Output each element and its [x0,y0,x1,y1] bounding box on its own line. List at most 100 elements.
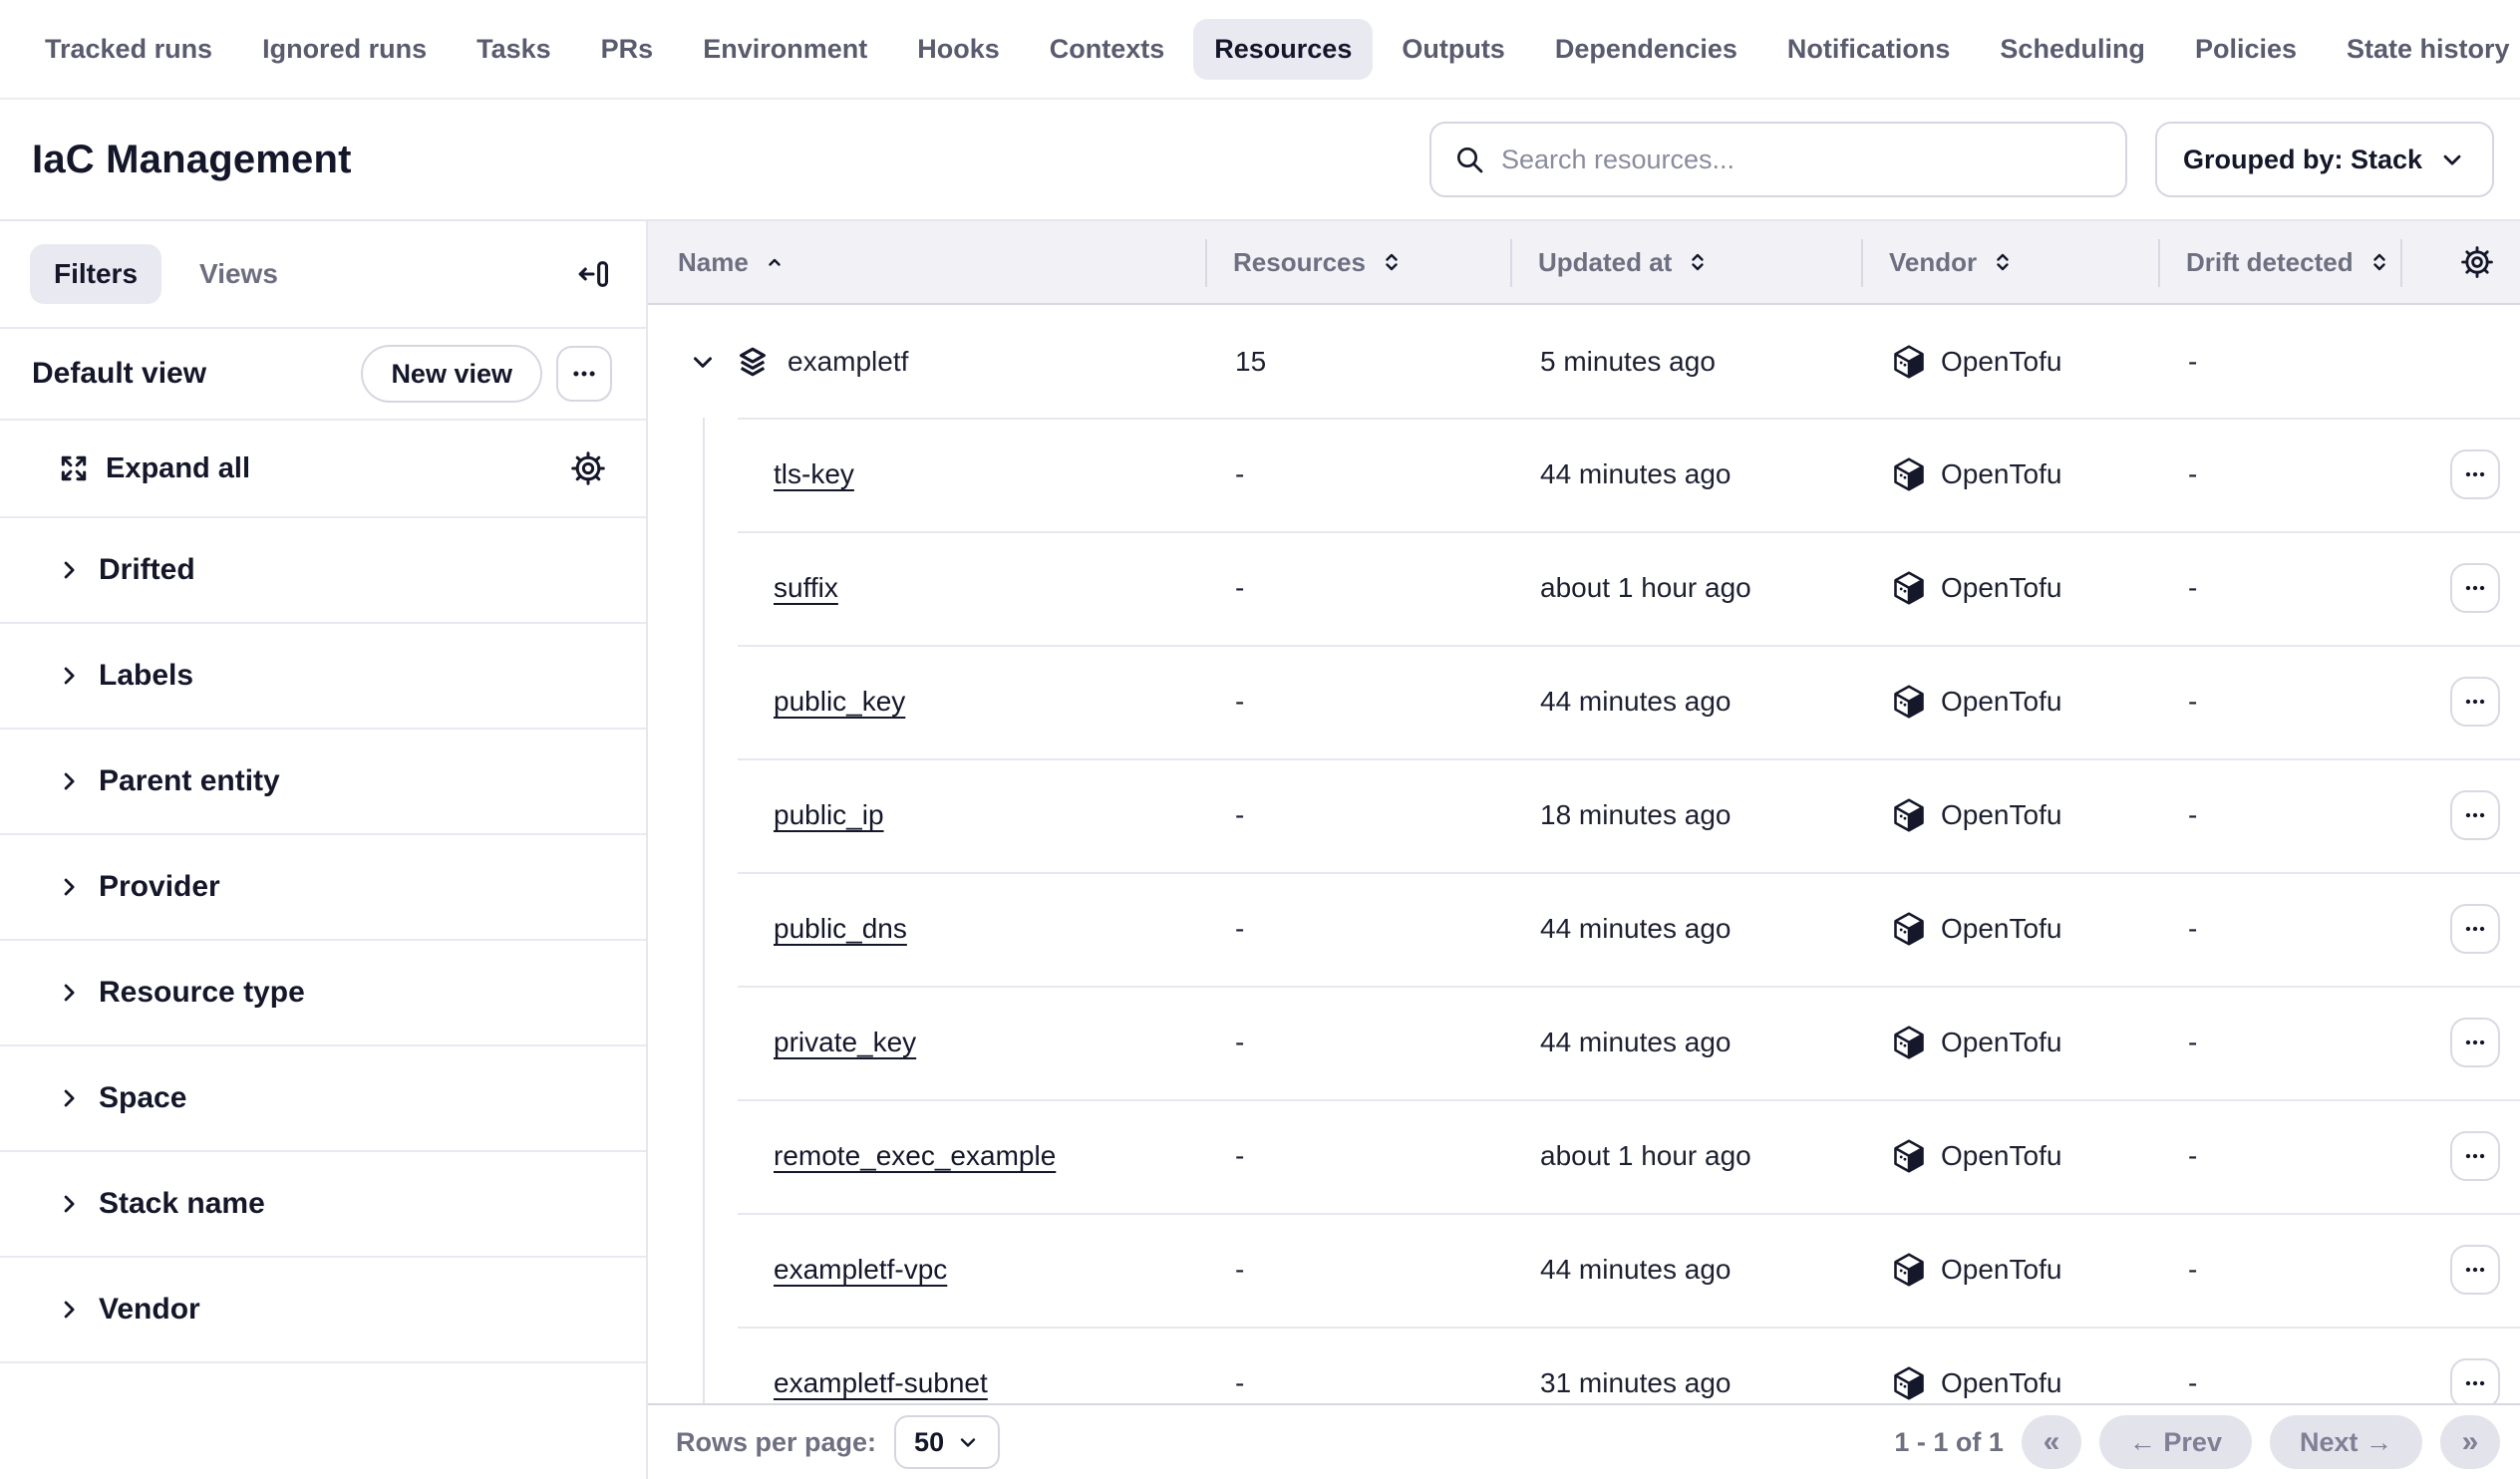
resource-link[interactable]: suffix [774,572,838,604]
filters-sidebar: Filters Views Default view New view Expa… [0,221,648,1479]
search-box [1429,122,2127,197]
filter-section-labels[interactable]: Labels [0,624,646,730]
rows-per-page-select[interactable]: 50 [894,1415,1000,1469]
sidebar-tab-filters[interactable]: Filters [30,244,161,304]
table-row: private_key - 44 minutes ago OpenTofu - [648,986,2520,1099]
column-header-drift-detected[interactable]: Drift detected [2158,221,2400,303]
row-actions-button[interactable] [2450,1245,2500,1295]
resources-count: - [1205,1140,1510,1172]
search-input[interactable] [1501,145,2103,175]
filter-section-provider[interactable]: Provider [0,835,646,941]
row-actions-button[interactable] [2450,904,2500,954]
filter-section-label: Drifted [99,553,195,587]
sidebar-tab-views[interactable]: Views [175,244,302,304]
current-view-name: Default view [32,357,206,391]
resource-link[interactable]: tls-key [774,458,854,490]
stack-layers-icon [736,345,770,379]
resource-link[interactable]: private_key [774,1027,916,1058]
tab-hooks[interactable]: Hooks [896,19,1021,80]
chevron-right-icon [55,1190,83,1218]
resource-link[interactable]: exampletf-subnet [774,1367,988,1399]
expand-all-label: Expand all [106,452,250,485]
opentofu-icon [1891,1138,1927,1174]
filter-section-stack-name[interactable]: Stack name [0,1152,646,1258]
tab-contexts[interactable]: Contexts [1029,19,1186,80]
opentofu-icon [1891,1365,1927,1401]
drift-value: - [2158,686,2400,718]
row-actions-button[interactable] [2450,677,2500,727]
row-actions-button[interactable] [2450,790,2500,840]
tab-environment[interactable]: Environment [682,19,888,80]
ellipsis-icon [2462,1257,2488,1283]
tab-notifications[interactable]: Notifications [1766,19,1972,80]
table-settings-button[interactable] [2460,245,2494,279]
view-options-button[interactable] [556,346,612,402]
tab-prs[interactable]: PRs [580,19,675,80]
collapse-group-button[interactable] [688,347,718,377]
resources-count: - [1205,913,1510,945]
next-page-button[interactable]: Next → [2270,1415,2422,1469]
row-actions-button[interactable] [2450,449,2500,499]
resource-link[interactable]: public_key [774,686,905,718]
vendor-name: OpenTofu [1941,799,2061,831]
resource-link[interactable]: remote_exec_example [774,1140,1056,1172]
filter-section-resource-type[interactable]: Resource type [0,941,646,1046]
resources-count: - [1205,1027,1510,1058]
gear-icon [2460,245,2494,279]
tab-tasks[interactable]: Tasks [456,19,572,80]
filter-section-vendor[interactable]: Vendor [0,1258,646,1363]
table-body: exampletf 15 5 minutes ago OpenTofu - tl… [648,305,2520,1403]
filter-section-space[interactable]: Space [0,1046,646,1152]
tab-tracked-runs[interactable]: Tracked runs [24,19,233,80]
row-actions-button[interactable] [2450,1018,2500,1067]
gear-icon [570,450,606,486]
pagination-range: 1 - 1 of 1 [1894,1427,2004,1458]
vendor-name: OpenTofu [1941,686,2061,718]
row-actions-button[interactable] [2450,1358,2500,1403]
opentofu-icon [1891,570,1927,606]
drift-value: - [2158,346,2400,378]
filter-section-label: Resource type [99,976,305,1010]
filter-section-drifted[interactable]: Drifted [0,518,646,624]
row-actions-button[interactable] [2450,1131,2500,1181]
tab-policies[interactable]: Policies [2174,19,2318,80]
page-title: IaC Management [32,138,352,182]
row-actions-button[interactable] [2450,563,2500,613]
tab-ignored-runs[interactable]: Ignored runs [241,19,448,80]
column-header-resources[interactable]: Resources [1205,221,1510,303]
expand-all-button[interactable]: Expand all [58,452,250,485]
column-header-updated-at[interactable]: Updated at [1510,221,1861,303]
resource-link[interactable]: public_ip [774,799,884,831]
tab-scheduling[interactable]: Scheduling [1979,19,2166,80]
vendor-name: OpenTofu [1941,1027,2061,1058]
filter-section-label: Space [99,1081,186,1115]
grouped-by-button[interactable]: Grouped by: Stack [2155,122,2494,197]
vendor-name: OpenTofu [1941,572,2061,604]
ellipsis-icon [2462,1030,2488,1055]
tab-state-history[interactable]: State history [2326,19,2520,80]
table-row: remote_exec_example - about 1 hour ago O… [648,1099,2520,1213]
column-header-name[interactable]: Name [648,221,1205,303]
column-header-vendor[interactable]: Vendor [1861,221,2158,303]
first-page-button[interactable]: « [2022,1415,2081,1469]
filter-section-parent-entity[interactable]: Parent entity [0,730,646,835]
chevron-down-icon [956,1430,980,1454]
vendor-name: OpenTofu [1941,913,2061,945]
table-row: suffix - about 1 hour ago OpenTofu - [648,531,2520,645]
tab-outputs[interactable]: Outputs [1381,19,1525,80]
last-page-button[interactable]: » [2440,1415,2500,1469]
stack-name[interactable]: exampletf [788,346,908,378]
updated-at: 44 minutes ago [1510,1027,1861,1058]
collapse-sidebar-button[interactable] [576,257,610,291]
chevron-down-icon [688,347,718,377]
tab-resources[interactable]: Resources [1193,19,1373,80]
resource-link[interactable]: public_dns [774,913,907,945]
tab-dependencies[interactable]: Dependencies [1534,19,1758,80]
vendor-name: OpenTofu [1941,1367,2061,1399]
ellipsis-icon [2462,1370,2488,1396]
prev-page-button[interactable]: ← Prev [2099,1415,2252,1469]
new-view-button[interactable]: New view [361,345,542,403]
filters-settings-button[interactable] [570,450,606,486]
resource-link[interactable]: exampletf-vpc [774,1254,947,1286]
ellipsis-icon [2462,461,2488,487]
